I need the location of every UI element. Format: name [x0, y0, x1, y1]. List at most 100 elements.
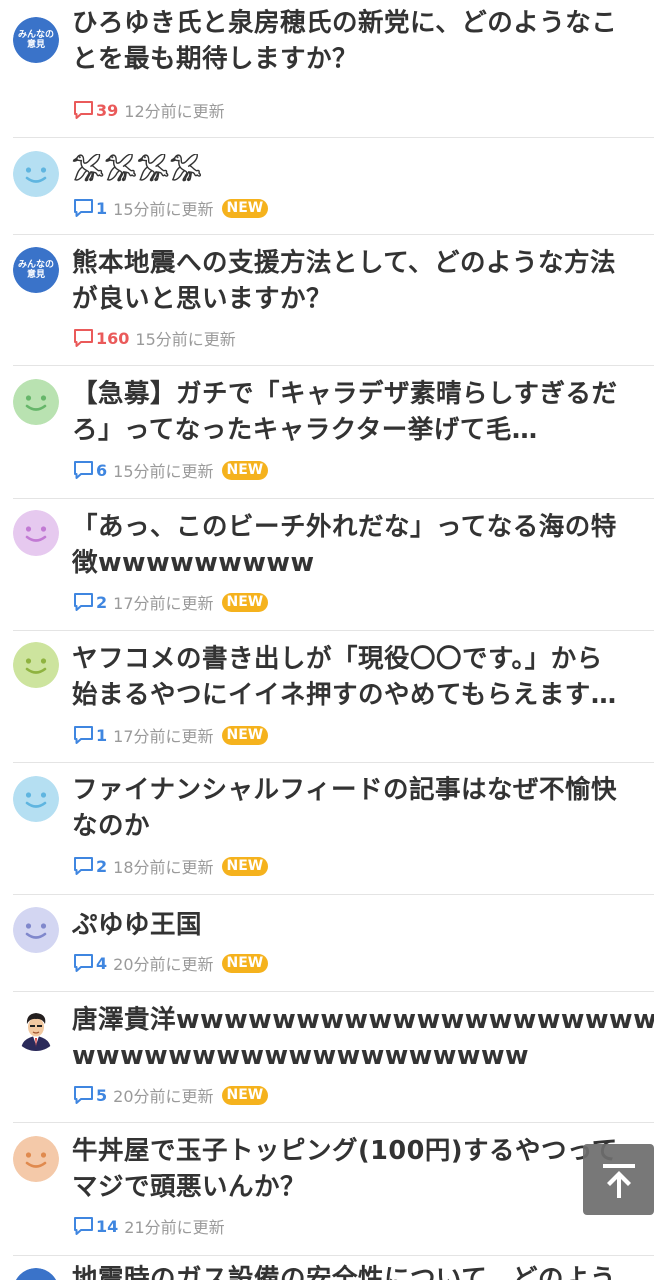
topic-meta: 5 20分前に更新 NEW: [73, 1083, 269, 1107]
topic-meta: 4 20分前に更新 NEW: [73, 951, 269, 975]
comment-count: 4: [96, 953, 108, 973]
comment-count: 1: [96, 198, 108, 218]
topic-meta: 1 15分前に更新 NEW: [73, 196, 269, 220]
comment-count: 5: [96, 1085, 108, 1105]
smiley-avatar-icon: [13, 379, 59, 425]
updated-time: 15分前に更新: [135, 330, 236, 349]
avatar-label-line1: みんなの: [17, 30, 54, 40]
avatar-label-line2: 意見: [26, 270, 45, 280]
topic-title[interactable]: 𓅮𓅮𓅮𓅮: [72, 154, 654, 190]
comment-bubble-icon: [73, 328, 96, 348]
new-badge: NEW: [221, 856, 269, 876]
updated-time: 20分前に更新: [113, 955, 214, 974]
updated-time: 15分前に更新: [113, 200, 214, 219]
topic-list-item[interactable]: みんなの 意見 熊本地震への支援方法として、どのような方法 が良いと思いますか？ 160…: [13, 235, 654, 366]
comment-count: 160: [96, 328, 130, 348]
topic-list-item[interactable]: ヤフコメの書き出しが「現役〇〇です。」から 始まるやつにイイネ押すのやめてもらえま…: [13, 631, 654, 763]
topic-list-item[interactable]: 牛丼屋で玉子トッピング(100円)するやつって マジで頭悪いんか？ 14 21分前に更…: [13, 1123, 654, 1256]
topic-title[interactable]: 熊本地震への支援方法として、どのような方法 が良いと思いますか？: [72, 245, 654, 317]
topic-title[interactable]: ヤフコメの書き出しが「現役〇〇です。」から 始まるやつにイイネ押すのやめてもらえま…: [72, 641, 654, 713]
topic-title[interactable]: 【急募】ガチで「キャラデザ素晴らしすぎるだ ろ」ってなったキャラクター挙げて毛…: [72, 376, 654, 448]
topic-title-line2: マジで頭悪いんか？: [72, 1172, 307, 1202]
topic-list-item[interactable]: 【急募】ガチで「キャラデザ素晴らしすぎるだ ろ」ってなったキャラクター挙げて毛… 6…: [13, 366, 654, 499]
avatar-label-line2: 意見: [26, 40, 45, 50]
topic-title-line1: 熊本地震への支援方法として、どのような方法: [72, 248, 616, 278]
topic-title-line2: 徴wwwwwwwww: [72, 548, 315, 578]
comment-count: 2: [96, 856, 108, 876]
new-badge: NEW: [221, 1085, 269, 1105]
topic-title[interactable]: 地震時のガス設備の安全性について、どのよう: [72, 1261, 654, 1280]
updated-time: 20分前に更新: [113, 1087, 214, 1106]
topic-title-line1: ヤフコメの書き出しが「現役〇〇です。」から: [72, 644, 603, 674]
updated-time: 12分前に更新: [124, 102, 225, 121]
topic-title-line1: ひろゆき氏と泉房穂氏の新党に、どのようなこ: [72, 8, 618, 38]
new-badge: NEW: [221, 198, 269, 218]
topic-title-line1: 「あっ、このビーチ外れだな」ってなる海の特: [72, 512, 617, 542]
topic-meta: 39 12分前に更新: [73, 98, 225, 122]
topic-list-item[interactable]: ぷゆゆ王国 4 20分前に更新 NEW: [13, 895, 654, 992]
topic-list-item[interactable]: みんなの 意見 ひろゆき氏と泉房穂氏の新党に、どのようなこ とを最も期待しますか？ 39…: [13, 0, 654, 138]
smiley-avatar-icon: [13, 1136, 59, 1182]
avatar-label-line1: みんなの: [17, 260, 54, 270]
topic-title-line1: ぷゆゆ王国: [72, 910, 203, 940]
smiley-avatar-icon: [13, 151, 59, 197]
topic-list: みんなの 意見 ひろゆき氏と泉房穂氏の新党に、どのようなこ とを最も期待しますか？ 39…: [0, 0, 667, 1280]
minna-no-iken-avatar: みんなの 意見: [13, 17, 59, 63]
new-badge: NEW: [221, 953, 269, 973]
minna-no-iken-avatar: [13, 1268, 59, 1280]
topic-list-item[interactable]: 「あっ、このビーチ外れだな」ってなる海の特 徴wwwwwwwww 2 17分前に更新 N…: [13, 499, 654, 631]
updated-time: 18分前に更新: [113, 858, 214, 877]
comment-bubble-icon: [73, 953, 96, 973]
arrow-up-to-top-icon: [602, 1163, 635, 1198]
comment-bubble-icon: [73, 100, 96, 120]
new-badge: NEW: [221, 592, 269, 612]
topic-meta: 160 15分前に更新: [73, 326, 236, 350]
new-badge: NEW: [221, 725, 269, 745]
topic-meta: 2 18分前に更新 NEW: [73, 854, 269, 878]
comment-count: 6: [96, 460, 108, 480]
topic-title-line1: 牛丼屋で玉子トッピング(100円)するやつって: [72, 1136, 618, 1166]
updated-time: 21分前に更新: [124, 1218, 225, 1237]
topic-title-line2: 始まるやつにイイネ押すのやめてもらえます…: [72, 680, 617, 710]
comment-count: 14: [96, 1216, 119, 1236]
topic-title-line1: 唐澤貴洋wwwwwwwwwwwwwwwwwwww: [72, 1005, 654, 1035]
topic-meta: 6 15分前に更新 NEW: [73, 458, 269, 482]
updated-time: 15分前に更新: [113, 462, 214, 481]
new-badge: NEW: [221, 460, 269, 480]
topic-title-line1: 𓅮𓅮𓅮𓅮: [72, 157, 203, 187]
smiley-avatar-icon: [13, 510, 59, 556]
scroll-to-top-button[interactable]: [583, 1144, 654, 1215]
user-avatar: [13, 1005, 59, 1051]
topic-title-line2: ろ」ってなったキャラクター挙げて毛…: [72, 415, 538, 445]
topic-list-item[interactable]: ファイナンシャルフィードの記事はなぜ不愉快 なのか 2 18分前に更新 NEW: [13, 763, 654, 895]
topic-list-item[interactable]: 地震時のガス設備の安全性について、どのよう: [13, 1256, 654, 1280]
comment-bubble-icon: [73, 725, 96, 745]
comment-bubble-icon: [73, 856, 96, 876]
topic-title-line2: とを最も期待しますか？: [72, 44, 359, 74]
comment-bubble-icon: [73, 592, 96, 612]
topic-title[interactable]: 「あっ、このビーチ外れだな」ってなる海の特 徴wwwwwwwww: [72, 509, 654, 581]
topic-meta: 2 17分前に更新 NEW: [73, 590, 269, 614]
smiley-avatar-icon: [13, 642, 59, 688]
topic-meta: 1 17分前に更新 NEW: [73, 723, 269, 747]
topic-title-line2: なのか: [72, 811, 151, 841]
minna-no-iken-avatar: みんなの 意見: [13, 247, 59, 293]
smiley-avatar-icon: [13, 907, 59, 953]
topic-title[interactable]: 唐澤貴洋wwwwwwwwwwwwwwwwwwww wwwwwwwwwwwwwwww…: [72, 1002, 654, 1074]
topic-title-line1: 地震時のガス設備の安全性について、どのよう: [72, 1264, 616, 1280]
topic-title[interactable]: ぷゆゆ王国: [72, 907, 654, 943]
topic-title-line1: ファイナンシャルフィードの記事はなぜ不愉快: [72, 775, 617, 805]
topic-title[interactable]: 牛丼屋で玉子トッピング(100円)するやつって マジで頭悪いんか？: [72, 1133, 654, 1205]
topic-meta: 14 21分前に更新: [73, 1214, 225, 1238]
comment-count: 1: [96, 725, 108, 745]
comment-count: 2: [96, 592, 108, 612]
updated-time: 17分前に更新: [113, 594, 214, 613]
topic-title[interactable]: ファイナンシャルフィードの記事はなぜ不愉快 なのか: [72, 772, 654, 844]
comment-bubble-icon: [73, 1085, 96, 1105]
topic-list-item[interactable]: 𓅮𓅮𓅮𓅮 1 15分前に更新 NEW: [13, 138, 654, 235]
topic-list-item[interactable]: 唐澤貴洋wwwwwwwwwwwwwwwwwwww wwwwwwwwwwwwwwww…: [13, 992, 654, 1123]
topic-title-line1: 【急募】ガチで「キャラデザ素晴らしすぎるだ: [72, 379, 618, 409]
comment-count: 39: [96, 100, 119, 120]
smiley-avatar-icon: [13, 776, 59, 822]
topic-title[interactable]: ひろゆき氏と泉房穂氏の新党に、どのようなこ とを最も期待しますか？: [72, 5, 654, 77]
